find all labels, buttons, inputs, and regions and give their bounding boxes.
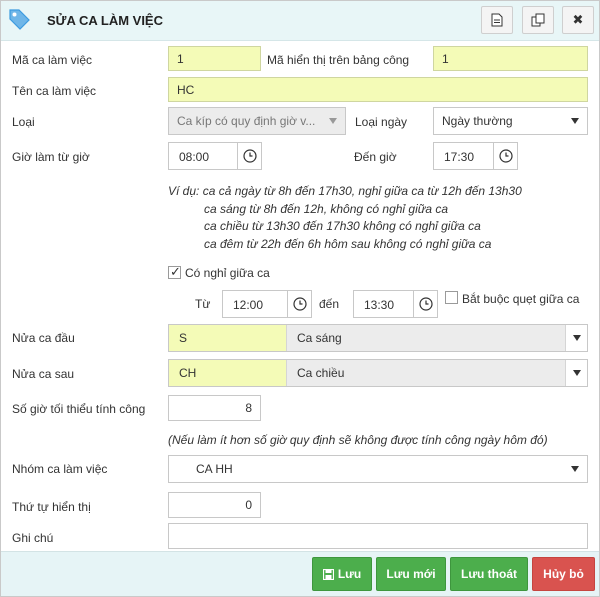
first-half-label: Nửa ca đầu (12, 331, 75, 345)
type-dropdown-icon (329, 118, 337, 124)
clock-icon[interactable] (413, 291, 437, 317)
clock-icon[interactable] (493, 143, 517, 169)
first-half-code: S (169, 325, 287, 351)
shift-name-input[interactable]: HC (168, 77, 588, 102)
type-value: Ca kíp có quy định giờ v... (177, 114, 316, 128)
day-type-label: Loại ngày (355, 115, 408, 129)
note-label: Ghi chú (12, 531, 54, 545)
chevron-down-icon (573, 335, 581, 341)
second-half-code: CH (169, 360, 287, 386)
display-code-label: Mã hiển thị trên bảng công (267, 53, 410, 67)
display-code-value: 1 (442, 51, 449, 66)
example-line-3: ca chiều từ 13h30 đến 17h30 không có ngh… (204, 219, 481, 233)
work-to-value: 17:30 (444, 150, 475, 164)
break-from-label: Từ (195, 297, 211, 311)
shift-code-value: 1 (177, 51, 184, 66)
day-type-dropdown-icon (571, 118, 579, 124)
example-line-2: ca sáng từ 8h đến 12h, không có nghỉ giữ… (204, 202, 449, 216)
edit-shift-dialog: SỬA CA LÀM VIỆC ✖ Mã ca làm việc 1 Mã hi… (0, 0, 600, 597)
close-button[interactable]: ✖ (562, 6, 594, 34)
has-break-checkbox[interactable]: ✓ (168, 264, 181, 279)
display-order-label: Thứ tự hiển thị (12, 500, 91, 514)
dialog-footer: Lưu Lưu mới Lưu thoát Hủy bỏ (1, 551, 599, 596)
cancel-button[interactable]: Hủy bỏ (532, 557, 595, 591)
break-from-value: 12:00 (233, 298, 264, 312)
save-new-label: Lưu mới (386, 567, 436, 581)
work-to-label: Đến giờ (354, 150, 397, 164)
min-hours-input[interactable]: 8 (168, 395, 261, 421)
force-break-scan-label: Bắt buộc quẹt giữa ca (462, 292, 580, 306)
first-half-name: Ca sáng (287, 325, 565, 351)
save-new-button[interactable]: Lưu mới (376, 557, 446, 591)
shift-group-select[interactable]: CA HH (168, 455, 588, 483)
break-to-label: đến (319, 297, 340, 311)
clock-icon[interactable] (287, 291, 311, 317)
shift-name-value: HC (177, 82, 195, 97)
day-type-select[interactable]: Ngày thường (433, 107, 588, 135)
shift-code-input[interactable]: 1 (168, 46, 261, 71)
save-exit-label: Lưu thoát (460, 567, 517, 581)
save-icon (322, 568, 334, 580)
save-label: Lưu (337, 567, 362, 581)
break-to-input[interactable]: 13:30 (353, 290, 438, 318)
type-label: Loại (12, 115, 35, 129)
chevron-down-icon (573, 370, 581, 376)
force-break-scan-checkbox[interactable] (445, 291, 458, 304)
chevron-down-icon (571, 466, 579, 472)
save-exit-button[interactable]: Lưu thoát (450, 557, 528, 591)
has-break-label: Có nghỉ giữa ca (185, 266, 270, 280)
save-button[interactable]: Lưu (312, 557, 372, 591)
break-from-input[interactable]: 12:00 (222, 290, 312, 318)
document-icon (491, 13, 503, 27)
day-type-value: Ngày thường (442, 114, 513, 128)
min-hours-note: (Nếu làm ít hơn số giờ quy định sẽ không… (168, 433, 548, 447)
checkmark-icon: ✓ (170, 264, 181, 279)
work-from-label: Giờ làm từ giờ (12, 150, 90, 164)
shift-group-label: Nhóm ca làm việc (12, 462, 108, 476)
min-hours-value: 8 (245, 401, 252, 415)
second-half-name: Ca chiều (287, 360, 565, 386)
work-from-value: 08:00 (179, 150, 210, 164)
work-to-input[interactable]: 17:30 (433, 142, 518, 170)
work-from-input[interactable]: 08:00 (168, 142, 262, 170)
clock-icon[interactable] (237, 143, 261, 169)
copy-button[interactable] (522, 6, 554, 34)
document-button[interactable] (481, 6, 513, 34)
example-line-4: ca đêm từ 22h đến 6h hôm sau không có ng… (204, 237, 492, 251)
close-icon: ✖ (572, 12, 584, 27)
note-input[interactable] (168, 523, 588, 549)
type-select[interactable]: Ca kíp có quy định giờ v... (168, 107, 346, 135)
min-hours-label: Số giờ tối thiểu tính công (12, 402, 146, 416)
break-to-value: 13:30 (364, 298, 395, 312)
shift-group-value: CA HH (196, 462, 233, 476)
example-line-1: Ví dụ: ca cả ngày từ 8h đến 17h30, nghỉ … (168, 184, 522, 198)
shift-name-label: Tên ca làm việc (12, 84, 97, 98)
tag-icon (9, 9, 30, 30)
cancel-label: Hủy bỏ (543, 567, 584, 581)
second-half-dropdown[interactable] (565, 360, 587, 386)
dialog-titlebar: SỬA CA LÀM VIỆC ✖ (1, 1, 599, 41)
second-half-label: Nửa ca sau (12, 367, 75, 381)
dialog-title: SỬA CA LÀM VIỆC (47, 13, 163, 28)
display-order-value: 0 (245, 498, 252, 512)
display-code-input[interactable]: 1 (433, 46, 588, 71)
copy-icon (531, 13, 545, 27)
second-half-combo[interactable]: CH Ca chiều (168, 359, 588, 387)
shift-code-label: Mã ca làm việc (12, 53, 93, 67)
first-half-combo[interactable]: S Ca sáng (168, 324, 588, 352)
display-order-input[interactable]: 0 (168, 492, 261, 518)
first-half-dropdown[interactable] (565, 325, 587, 351)
